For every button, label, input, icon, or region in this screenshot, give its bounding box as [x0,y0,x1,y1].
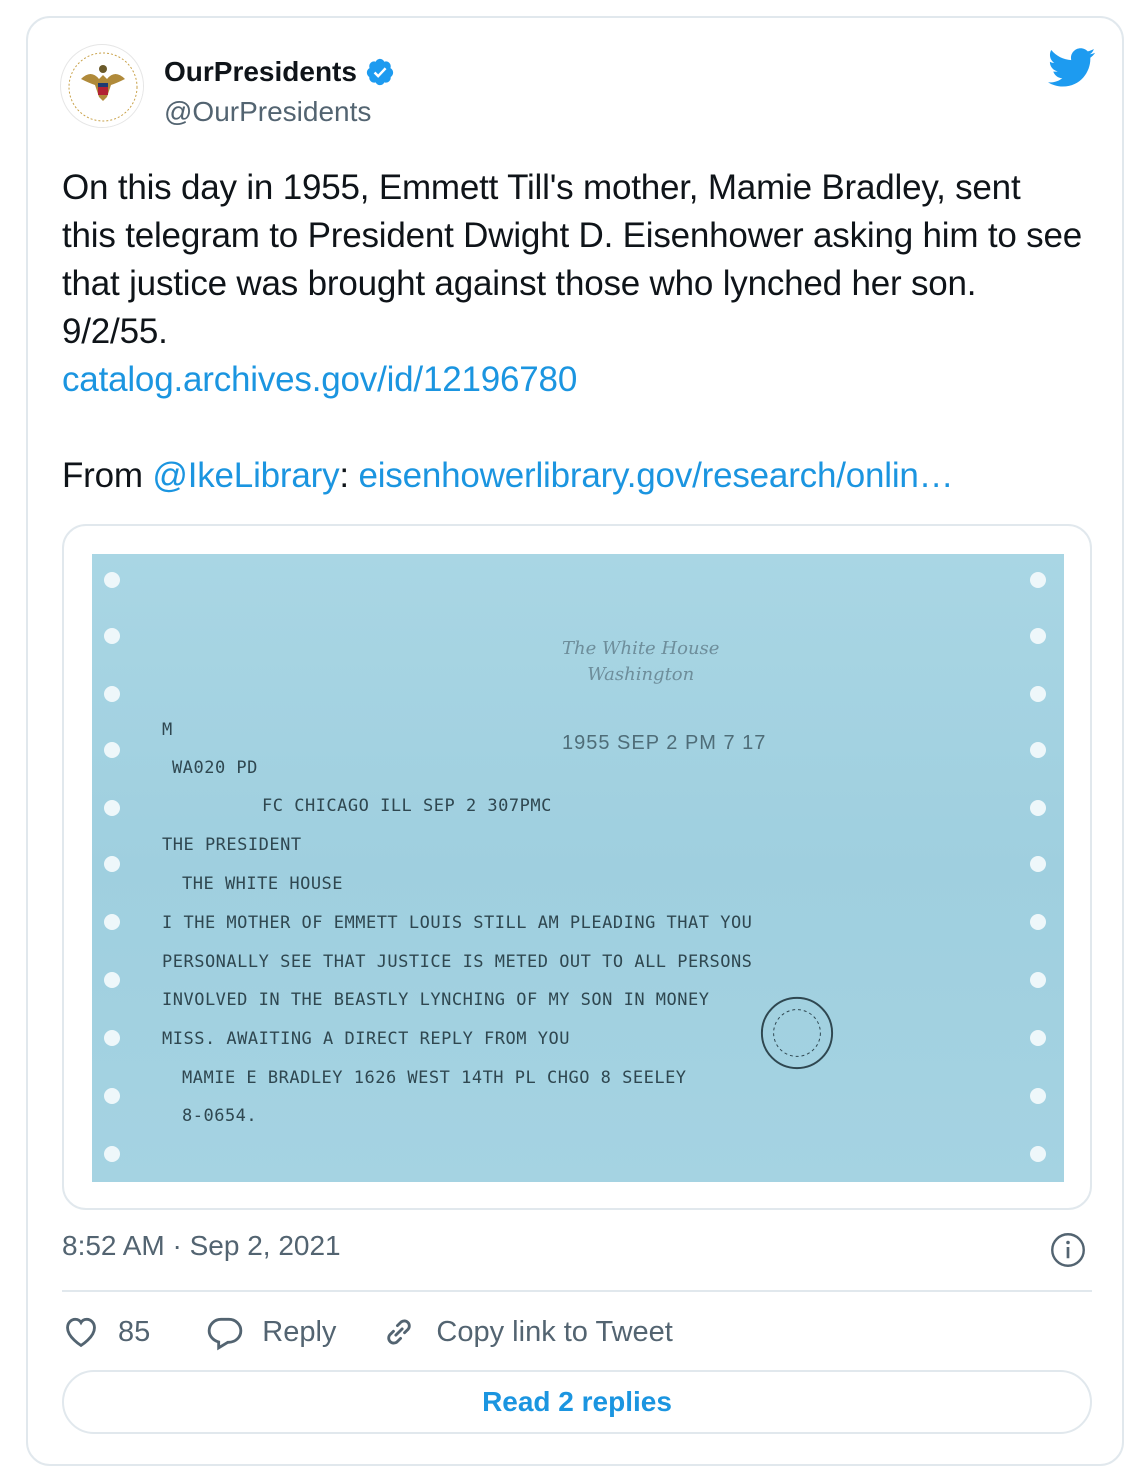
catalog-link[interactable]: catalog.archives.gov/id/12196780 [62,360,577,399]
like-count: 85 [118,1315,151,1348]
handle[interactable]: @OurPresidents [164,96,371,128]
punch-hole [1030,1146,1046,1162]
avatar[interactable] [60,44,144,128]
presidential-libraries-seal-icon [63,47,143,127]
telegram-line: MAMIE E BRADLEY 1626 WEST 14TH PL CHGO 8… [182,1068,687,1088]
divider [62,1290,1092,1292]
display-name[interactable]: OurPresidents [164,56,357,88]
copy-link-button[interactable]: Copy link to Tweet [380,1313,673,1351]
punch-hole [1030,856,1046,872]
telegram-line: INVOLVED IN THE BEASTLY LYNCHING OF MY S… [162,990,710,1010]
punch-hole [104,1146,120,1162]
punch-hole [1030,628,1046,644]
stamp-line-2: Washington [587,664,695,685]
punch-hole [1030,800,1046,816]
telegram-line: WA020 PD [172,758,258,778]
punch-hole [1030,914,1046,930]
punch-hole [1030,1088,1046,1104]
punch-hole [104,914,120,930]
punch-hole [1030,572,1046,588]
telegram-line: FC CHICAGO ILL SEP 2 307PMC [262,796,552,816]
from-colon: : [339,456,359,495]
eisenhower-library-link[interactable]: eisenhowerlibrary.gov/research/onlin… [358,456,953,495]
punch-hole [104,800,120,816]
punch-hole [1030,742,1046,758]
punch-hole [1030,1030,1046,1046]
punch-hole [104,628,120,644]
reply-button[interactable]: Reply [206,1313,336,1351]
white-house-stamp: The White House Washington [562,636,719,688]
stamp-line-1: The White House [562,638,720,659]
punch-hole [104,856,120,872]
telegram-line: THE WHITE HOUSE [182,874,344,894]
telegram-line: M [162,720,173,740]
telegram-line: PERSONALLY SEE THAT JUSTICE IS METED OUT… [162,952,753,972]
ike-library-mention[interactable]: @IkeLibrary [152,456,339,495]
tweet-timestamp[interactable]: 8:52 AM · Sep 2, 2021 [62,1230,341,1262]
punch-hole [1030,972,1046,988]
info-icon[interactable] [1050,1232,1086,1268]
telegram-line: 8-0654. [182,1106,258,1126]
tweet-body: On this day in 1955, Emmett Till's mothe… [62,168,1082,351]
verified-badge-icon [366,58,394,86]
punch-hole [104,572,120,588]
from-prefix: From [62,456,153,495]
eisenhower-library-seal-stamp-icon [760,996,834,1070]
tweet-card: OurPresidents @OurPresidents On this day… [26,16,1124,1466]
telegram-line: THE PRESIDENT [162,835,302,855]
copy-link-label: Copy link to Tweet [436,1315,673,1348]
like-button[interactable]: 85 [62,1313,150,1351]
telegram-line: I THE MOTHER OF EMMETT LOUIS STILL AM PL… [162,913,753,933]
punch-hole [104,1088,120,1104]
punch-hole [104,742,120,758]
punch-hole [104,1030,120,1046]
tweet-media[interactable]: The White House Washington 1955 SEP 2 PM… [62,524,1092,1210]
link-icon [387,1319,412,1345]
telegram-line: MISS. AWAITING A DIRECT REPLY FROM YOU [162,1029,570,1049]
telegram-image[interactable]: The White House Washington 1955 SEP 2 PM… [92,554,1064,1182]
punch-hole [104,686,120,702]
tweet-text: On this day in 1955, Emmett Till's mothe… [62,164,1082,500]
heart-icon [66,1317,96,1348]
twitter-bird-icon[interactable] [1048,48,1096,88]
punch-hole [1030,686,1046,702]
tweet-actions: 85 Reply Copy link to Tweet [62,1310,673,1354]
received-date-stamp: 1955 SEP 2 PM 7 17 [562,732,767,754]
reply-label: Reply [262,1315,337,1348]
read-replies-button[interactable]: Read 2 replies [62,1370,1092,1434]
punch-hole [104,972,120,988]
reply-bubble-icon [208,1317,243,1351]
